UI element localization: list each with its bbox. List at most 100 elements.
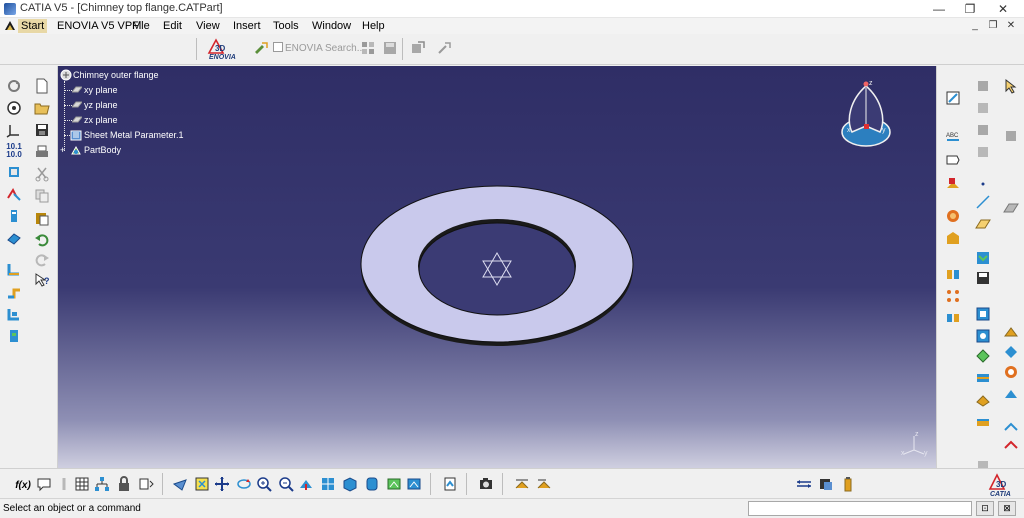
menu-file[interactable]: File [129, 19, 153, 33]
surface-stamp-icon[interactable] [1003, 344, 1019, 360]
sheet-metal-walls-icon[interactable] [6, 208, 22, 224]
multi-view-icon[interactable] [320, 476, 336, 492]
sketcher-icon[interactable] [945, 90, 961, 106]
louver-icon[interactable] [975, 392, 991, 408]
command-button-2[interactable]: ⊠ [998, 501, 1016, 516]
tree-item-zx-plane[interactable]: zx plane [84, 115, 118, 126]
window-arrange-icon[interactable] [818, 476, 834, 492]
bend-icon[interactable] [6, 262, 22, 278]
doc-close-button[interactable]: ✕ [1004, 19, 1018, 33]
tree-root-label[interactable]: Chimney outer flange [73, 70, 159, 81]
menu-window[interactable]: Window [309, 19, 354, 33]
menu-insert[interactable]: Insert [230, 19, 264, 33]
cut-part-icon[interactable] [6, 186, 22, 202]
fit-all-icon[interactable] [194, 476, 210, 492]
flag-note-icon[interactable] [945, 152, 961, 168]
whats-this-icon[interactable]: ? [34, 272, 50, 288]
material-icon[interactable] [945, 176, 961, 192]
enovia-logo[interactable]: 3D ENOVIA [203, 37, 245, 63]
enovia-grid-icon[interactable] [360, 40, 376, 56]
tree-item-xy-plane[interactable]: xy plane [84, 85, 118, 96]
iso-view-icon[interactable] [342, 476, 358, 492]
hole-icon[interactable] [975, 306, 991, 322]
zoom-in-icon[interactable] [256, 476, 272, 492]
restore-button[interactable]: ❐ [955, 0, 985, 18]
update-icon[interactable] [442, 476, 458, 492]
tool-grey-2-icon[interactable] [975, 100, 991, 116]
normal-view-icon[interactable] [298, 476, 314, 492]
zoom-out-icon[interactable] [278, 476, 294, 492]
flange-icon[interactable] [6, 230, 22, 246]
bottom-tool-icon[interactable] [1003, 438, 1019, 454]
paste-icon[interactable] [34, 210, 50, 226]
flange-part[interactable] [358, 184, 638, 350]
part-design-icon[interactable] [6, 164, 22, 180]
translate-icon[interactable] [945, 310, 961, 326]
catalog-icon[interactable] [975, 250, 991, 266]
shading-icon[interactable] [364, 476, 380, 492]
start-icon[interactable] [2, 19, 18, 33]
line-icon[interactable] [975, 194, 991, 210]
enovia-search-label[interactable]: ENOVIA Search... [285, 43, 365, 54]
command-button-1[interactable]: ⊡ [976, 501, 994, 516]
axis-system-icon[interactable] [6, 122, 22, 138]
menu-start[interactable]: Start [18, 19, 48, 33]
circular-stamp-icon[interactable] [1003, 386, 1019, 402]
enovia-search-checkbox[interactable] [273, 42, 283, 52]
mirror-icon[interactable] [945, 266, 961, 282]
undo-icon[interactable] [34, 232, 50, 248]
save-icon[interactable] [34, 122, 50, 138]
text-annotation-icon[interactable]: ABC [945, 128, 961, 144]
redo-icon[interactable] [34, 252, 50, 268]
knowledge-icon[interactable] [56, 476, 72, 492]
tool-grey-5-icon[interactable] [1003, 128, 1019, 144]
copy-icon[interactable] [34, 188, 50, 204]
menu-tools[interactable]: Tools [270, 19, 302, 33]
menu-view[interactable]: View [193, 19, 223, 33]
chamfer-icon[interactable] [945, 230, 961, 246]
menu-edit[interactable]: Edit [160, 19, 185, 33]
save-management-icon[interactable] [975, 270, 991, 286]
doc-restore-button[interactable]: ❐ [986, 19, 1000, 33]
rotate-icon[interactable] [236, 476, 252, 492]
bead-icon[interactable] [975, 370, 991, 386]
comment-icon[interactable] [36, 476, 52, 492]
fillet-icon[interactable] [945, 208, 961, 224]
print-icon[interactable] [34, 144, 50, 160]
unfold-icon[interactable] [6, 284, 22, 300]
horizontal-arrange-icon[interactable] [796, 476, 812, 492]
parameter-icon[interactable] [138, 476, 154, 492]
tree-item-sheet-metal-parameter[interactable]: Sheet Metal Parameter.1 [84, 130, 184, 141]
sketch-tracer-icon[interactable] [6, 100, 22, 116]
tree-structure-icon[interactable] [94, 476, 110, 492]
tool-grey-1-icon[interactable] [975, 78, 991, 94]
plane-tool-icon[interactable] [975, 216, 991, 232]
expand-icon[interactable]: + [60, 146, 70, 156]
surface-tool-icon[interactable] [1003, 200, 1019, 216]
capture-icon[interactable] [478, 476, 494, 492]
formula-icon[interactable]: f(x) [14, 477, 32, 493]
bridge-icon[interactable] [975, 414, 991, 430]
tool-grey-4-icon[interactable] [975, 144, 991, 160]
measure-item-icon[interactable] [536, 476, 552, 492]
battery-icon[interactable] [840, 476, 856, 492]
table-icon[interactable] [74, 476, 90, 492]
command-input[interactable] [748, 501, 972, 516]
point-icon[interactable] [975, 176, 991, 192]
doc-minimize-button[interactable]: _ [968, 19, 982, 33]
part-root-icon[interactable] [60, 69, 72, 81]
tree-item-yz-plane[interactable]: yz plane [84, 100, 118, 111]
corner-relief-icon[interactable] [1003, 324, 1019, 340]
cutout-icon[interactable] [975, 328, 991, 344]
select-icon[interactable] [1003, 78, 1019, 94]
tree-item-partbody[interactable]: PartBody [84, 145, 121, 156]
new-icon[interactable] [34, 78, 50, 94]
flanged-hole-icon[interactable] [1003, 364, 1019, 380]
hide-show-icon[interactable] [386, 476, 402, 492]
hopper-icon[interactable] [6, 306, 22, 322]
stamp-icon[interactable] [6, 328, 22, 344]
open-icon[interactable] [34, 100, 50, 116]
minimize-button[interactable]: — [924, 0, 954, 18]
pan-icon[interactable] [214, 476, 230, 492]
enovia-link-icon[interactable] [436, 40, 452, 56]
